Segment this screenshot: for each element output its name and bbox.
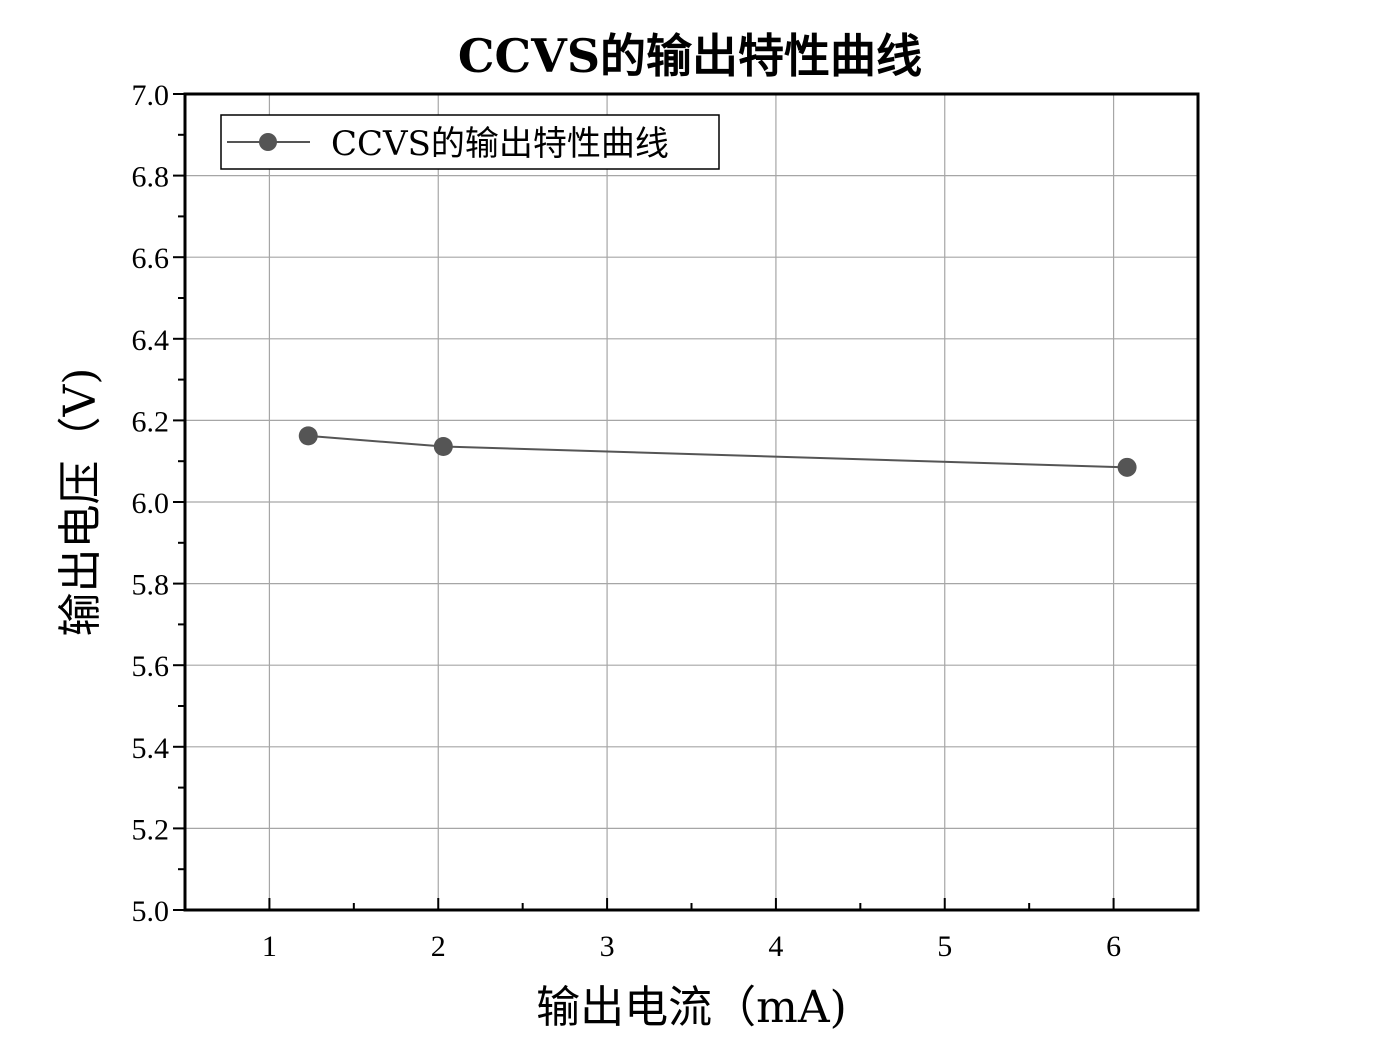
y-tick-label-5.4: 5.4 (132, 732, 170, 765)
x-tick-label-3: 3 (600, 930, 615, 963)
x-tick-label-1: 1 (262, 930, 277, 963)
y-tick-label-5.6: 5.6 (132, 650, 170, 683)
y-tick-label-5.8: 5.8 (132, 569, 170, 602)
chart-title: CCVS的输出特性曲线 (458, 29, 922, 83)
data-series (298, 426, 1137, 477)
axis-ticks: 1 2 3 4 5 6 5.0 5.2 5.4 5.6 5.8 6.0 6.2 6.4 6.6 6.8 7.0 (132, 79, 1199, 963)
data-point-2 (433, 437, 453, 457)
legend-label: CCVS的输出特性曲线 (331, 124, 669, 164)
x-tick-label-4: 4 (768, 930, 783, 963)
y-tick-label-6.0: 6.0 (132, 487, 170, 520)
legend-marker-sample (259, 133, 277, 151)
y-tick-label-7.0: 7.0 (132, 79, 170, 112)
y-tick-label-6.8: 6.8 (132, 161, 170, 194)
chart: CCVS的输出特性曲线 1 2 3 4 5 6 5.0 5.2 5.4 5.6 5.8 6.0 6.2 6… (0, 0, 1378, 1054)
x-tick-label-6: 6 (1106, 930, 1121, 963)
y-tick-label-6.6: 6.6 (132, 242, 170, 275)
x-axis-label: 输出电流（mA) (536, 982, 847, 1033)
chart-svg: CCVS的输出特性曲线 1 2 3 4 5 6 5.0 5.2 5.4 5.6 5.8 6.0 6.2 6… (55, 29, 1200, 1033)
data-point-3 (1117, 457, 1137, 477)
y-tick-label-6.4: 6.4 (132, 324, 170, 357)
x-tick-label-5: 5 (937, 930, 952, 963)
series-line-0 (308, 434, 1128, 469)
y-tick-label-5.2: 5.2 (132, 813, 170, 846)
y-tick-label-6.2: 6.2 (132, 405, 170, 438)
y-tick-label-5.0: 5.0 (132, 895, 170, 928)
data-point-1 (298, 426, 318, 446)
grid-lines (185, 93, 1198, 911)
legend: CCVS的输出特性曲线 (220, 114, 720, 170)
y-axis-label: 输出电压（V) (55, 368, 106, 637)
x-tick-label-2: 2 (431, 930, 446, 963)
